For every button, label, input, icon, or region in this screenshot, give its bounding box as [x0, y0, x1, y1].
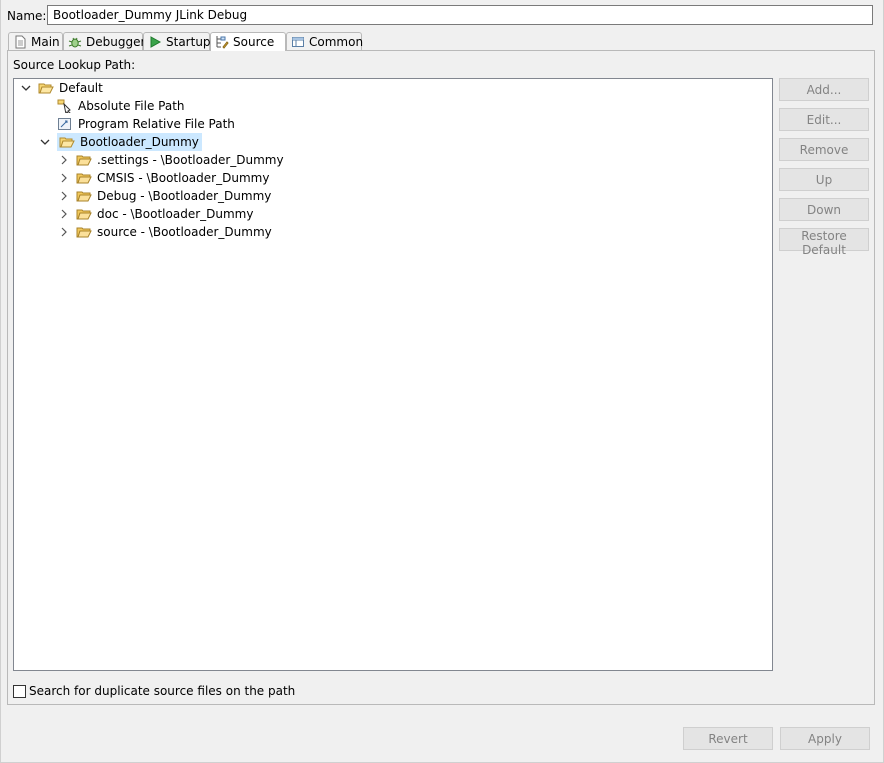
source-lookup-tree[interactable]: Default Absolute File Path Program Relat…: [13, 78, 773, 671]
tab-source[interactable]: Source: [210, 32, 286, 51]
chevron-right-icon[interactable]: [58, 172, 70, 184]
tree-item-doc[interactable]: doc - \Bootloader_Dummy: [58, 205, 253, 223]
chevron-right-icon[interactable]: [58, 190, 70, 202]
name-input[interactable]: [47, 5, 873, 25]
add-button[interactable]: Add...: [779, 78, 869, 101]
tree-item-label: source - \Bootloader_Dummy: [97, 225, 272, 239]
revert-button[interactable]: Revert: [683, 727, 773, 750]
bug-icon: [68, 35, 82, 49]
restore-default-button[interactable]: Restore Default: [779, 228, 869, 257]
tab-common[interactable]: Common: [286, 32, 364, 50]
tree-item-label: doc - \Bootloader_Dummy: [97, 207, 254, 221]
chevron-right-icon[interactable]: [58, 208, 70, 220]
absolute-path-icon: [57, 99, 73, 116]
chevron-down-icon[interactable]: [20, 82, 32, 94]
tab-startup[interactable]: Startup: [143, 32, 211, 50]
open-folder-icon: [59, 135, 75, 149]
duplicate-search-label: Search for duplicate source files on the…: [29, 684, 296, 698]
source-lookup-icon: [215, 35, 229, 49]
open-folder-icon: [38, 81, 54, 95]
tab-source-label: Source: [233, 35, 275, 49]
tree-item-label: Default: [59, 81, 103, 95]
remove-button[interactable]: Remove: [779, 138, 869, 161]
tree-item-label: .settings - \Bootloader_Dummy: [97, 153, 284, 167]
name-label: Name:: [7, 9, 47, 23]
tab-main[interactable]: Main: [8, 32, 63, 50]
down-button[interactable]: Down: [779, 198, 869, 221]
up-button[interactable]: Up: [779, 168, 869, 191]
source-lookup-path-label: Source Lookup Path:: [13, 58, 136, 72]
tree-item-debug[interactable]: Debug - \Bootloader_Dummy: [58, 187, 271, 205]
tab-main-label: Main: [31, 34, 60, 49]
tab-common-label: Common: [309, 34, 364, 49]
document-icon: [13, 35, 27, 49]
chevron-right-icon[interactable]: [58, 226, 70, 238]
chevron-down-icon[interactable]: [39, 136, 51, 148]
tree-item-source[interactable]: source - \Bootloader_Dummy: [58, 223, 272, 241]
tree-item-label: CMSIS - \Bootloader_Dummy: [97, 171, 270, 185]
folder-icon: [76, 207, 92, 221]
tree-item-program-relative-file-path[interactable]: Program Relative File Path: [57, 115, 235, 133]
edit-button[interactable]: Edit...: [779, 108, 869, 131]
tree-item-label: Bootloader_Dummy: [80, 135, 199, 149]
tab-startup-label: Startup: [166, 34, 211, 49]
tree-item-label: Absolute File Path: [78, 99, 185, 113]
relative-path-icon: [57, 117, 73, 131]
selected-item-highlight: Bootloader_Dummy: [57, 133, 202, 151]
tree-item-cmsis[interactable]: CMSIS - \Bootloader_Dummy: [58, 169, 269, 187]
tree-item-label: Program Relative File Path: [78, 117, 235, 131]
folder-icon: [76, 225, 92, 239]
tree-item-label: Debug - \Bootloader_Dummy: [97, 189, 272, 203]
folder-icon: [76, 153, 92, 167]
tree-item-bootloader-dummy[interactable]: Bootloader_Dummy: [39, 133, 202, 151]
tree-item-settings[interactable]: .settings - \Bootloader_Dummy: [58, 151, 284, 169]
play-icon: [148, 35, 162, 49]
tab-debugger[interactable]: Debugger: [63, 32, 146, 50]
tree-item-default[interactable]: Default: [20, 79, 103, 97]
apply-button[interactable]: Apply: [780, 727, 870, 750]
tree-item-absolute-file-path[interactable]: Absolute File Path: [57, 97, 185, 116]
folder-icon: [76, 171, 92, 185]
folder-icon: [76, 189, 92, 203]
chevron-right-icon[interactable]: [58, 154, 70, 166]
duplicate-search-checkbox[interactable]: [13, 685, 26, 698]
tab-debugger-label: Debugger: [86, 34, 146, 49]
table-icon: [291, 35, 305, 49]
